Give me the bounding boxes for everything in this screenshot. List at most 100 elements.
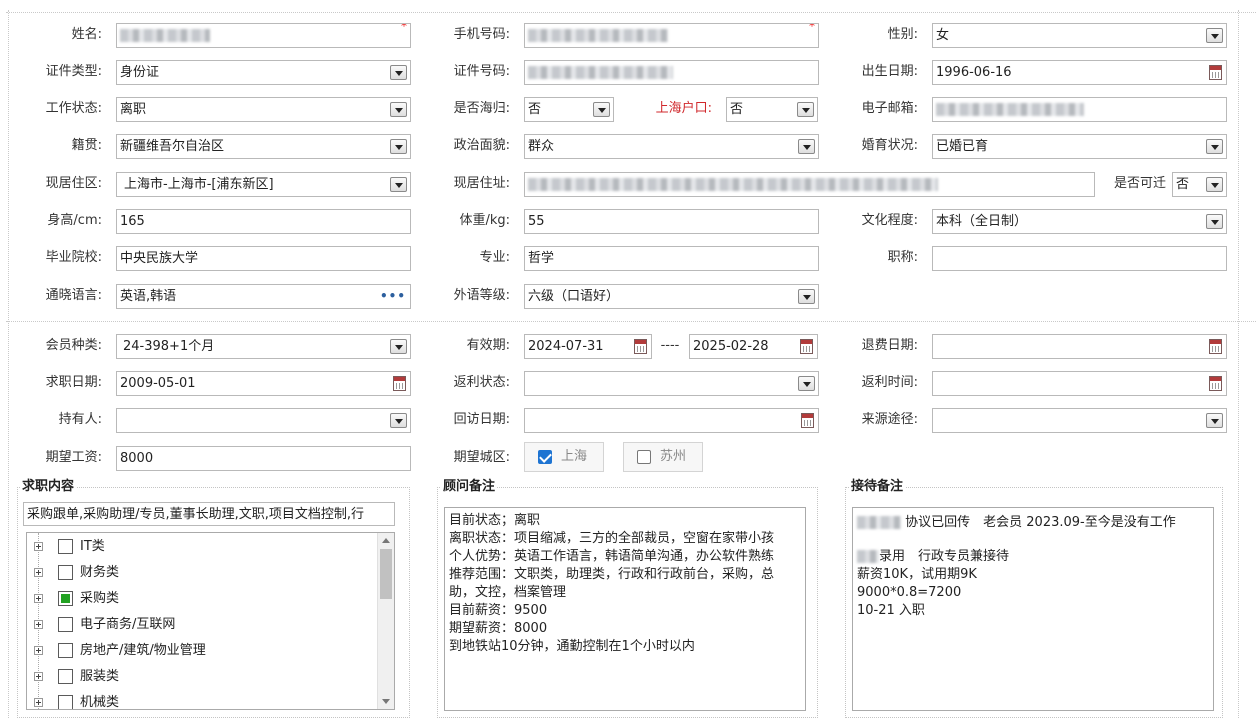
tree-item-apparel[interactable]: 服装类 [27, 664, 377, 690]
expand-icon[interactable] [34, 542, 43, 551]
calendar-icon[interactable] [801, 413, 814, 428]
residence-area-select[interactable]: 上海市-上海市-[浦东新区] [116, 172, 411, 197]
chevron-down-icon[interactable] [390, 65, 407, 80]
expected-salary-input[interactable]: 8000 [116, 446, 411, 471]
relocate-select[interactable]: 否 [1172, 172, 1227, 197]
job-content-summary[interactable]: 采购跟单,采购助理/专员,董事长助理,文职,项目文档控制,行 [23, 502, 395, 526]
tree-item-label: 财务类 [80, 565, 120, 580]
weight-input[interactable]: 55 [524, 209, 819, 234]
chevron-down-icon[interactable] [593, 102, 610, 117]
native-place-select[interactable]: 新疆维吾尔自治区 [116, 134, 411, 159]
city-option-shanghai[interactable]: 上海 [524, 442, 604, 472]
expand-icon[interactable] [34, 698, 43, 707]
marital-select[interactable]: 已婚已育 [932, 134, 1227, 159]
tree-item-finance[interactable]: 财务类 [27, 560, 377, 586]
checkbox-checked-icon[interactable] [538, 450, 552, 464]
source-select[interactable] [932, 408, 1227, 433]
major-input[interactable]: 哲学 [524, 246, 819, 271]
chevron-down-icon[interactable] [1206, 214, 1223, 229]
chevron-down-icon[interactable] [1206, 177, 1223, 192]
id-type-select[interactable]: 身份证 [116, 60, 411, 85]
checkbox-icon[interactable] [58, 643, 73, 658]
work-status-select[interactable]: 离职 [116, 97, 411, 122]
checkbox-icon[interactable] [637, 450, 651, 464]
checkbox-icon[interactable] [58, 565, 73, 580]
chevron-down-icon[interactable] [798, 289, 815, 304]
calendar-icon[interactable] [1209, 65, 1222, 80]
chevron-down-icon[interactable] [797, 102, 814, 117]
calendar-icon[interactable] [1209, 376, 1222, 391]
rebate-time-input[interactable] [932, 371, 1227, 396]
expand-icon[interactable] [34, 646, 43, 655]
title-input[interactable] [932, 246, 1227, 271]
consultant-notes-textarea[interactable]: 目前状态；离职 离职状态：项目缩减，三方的全部裁员，空窗在家带小孩 个人优势：英… [444, 507, 806, 711]
holder-label: 持有人: [58, 412, 102, 427]
hukou-select[interactable]: 否 [726, 97, 818, 122]
tree-item-label: 采购类 [80, 591, 120, 606]
chevron-down-icon[interactable] [798, 376, 815, 391]
chevron-down-icon[interactable] [1206, 139, 1223, 154]
tree-item-purchasing[interactable]: 采购类 [27, 586, 377, 612]
city-option-suzhou[interactable]: 苏州 [623, 442, 703, 472]
checkbox-icon[interactable] [58, 669, 73, 684]
chevron-down-icon[interactable] [1206, 413, 1223, 428]
chevron-down-icon[interactable] [390, 339, 407, 354]
member-type-select[interactable]: 24-398+1个月 [116, 334, 411, 359]
tree-item-it[interactable]: IT类 [27, 534, 377, 560]
scroll-thumb[interactable] [380, 549, 392, 599]
name-input[interactable]: * [116, 23, 411, 48]
expand-icon[interactable] [34, 594, 43, 603]
reception-notes-title: 接待备注 [849, 479, 906, 495]
expand-icon[interactable] [34, 568, 43, 577]
reception-notes-textarea[interactable]: 协议已回传 老会员 2023.09-至今是没有工作 录用 行政专员兼接待 薪资1… [852, 507, 1214, 711]
languages-input[interactable]: 英语,韩语 ••• [116, 284, 411, 309]
chevron-down-icon[interactable] [798, 139, 815, 154]
tree-scrollbar[interactable] [377, 533, 394, 709]
checkbox-partial-icon[interactable] [58, 591, 73, 606]
validity-to-input[interactable]: 2025-02-28 [689, 334, 818, 359]
height-input[interactable]: 165 [116, 209, 411, 234]
expand-icon[interactable] [34, 672, 43, 681]
note-line: 离职状态：项目缩减，三方的全部裁员，空窗在家带小孩 [449, 531, 775, 546]
calendar-icon[interactable] [1209, 339, 1222, 354]
refund-date-input[interactable] [932, 334, 1227, 359]
chevron-down-icon[interactable] [1206, 28, 1223, 43]
chevron-down-icon[interactable] [390, 177, 407, 192]
school-input[interactable]: 中央民族大学 [116, 246, 411, 271]
calendar-icon[interactable] [634, 339, 647, 354]
tree-item-real-estate[interactable]: 房地产/建筑/物业管理 [27, 638, 377, 664]
residence-address-input[interactable] [524, 172, 1095, 197]
job-category-tree[interactable]: IT类 财务类 采购类 电子商务/互联网 房地产/建筑/物业管理 服装类 机械类 [26, 532, 395, 710]
calendar-icon[interactable] [393, 376, 406, 391]
id-number-input[interactable] [524, 60, 819, 85]
chevron-down-icon[interactable] [390, 139, 407, 154]
top-divider [6, 12, 1256, 13]
job-seek-date-input[interactable]: 2009-05-01 [116, 371, 411, 396]
holder-select[interactable] [116, 408, 411, 433]
education-select[interactable]: 本科（全日制） [932, 209, 1227, 234]
returnee-select[interactable]: 否 [524, 97, 614, 122]
phone-input[interactable]: * [524, 23, 819, 48]
expand-icon[interactable] [34, 620, 43, 629]
rebate-status-select[interactable] [524, 371, 819, 396]
foreign-level-select[interactable]: 六级（口语好） [524, 284, 819, 309]
tree-item-ecommerce[interactable]: 电子商务/互联网 [27, 612, 377, 638]
checkbox-icon[interactable] [58, 695, 73, 709]
more-options-icon[interactable]: ••• [380, 285, 406, 308]
chevron-down-icon[interactable] [390, 413, 407, 428]
scroll-down-icon[interactable] [382, 699, 390, 704]
gender-select[interactable]: 女 [932, 23, 1227, 48]
checkbox-icon[interactable] [58, 539, 73, 554]
tree-item-machinery[interactable]: 机械类 [27, 690, 377, 709]
birth-date-input[interactable]: 1996-06-16 [932, 60, 1227, 85]
checkbox-icon[interactable] [58, 617, 73, 632]
calendar-icon[interactable] [800, 339, 813, 354]
chevron-down-icon[interactable] [390, 102, 407, 117]
note-line: 个人优势：英语工作语言，韩语简单沟通，办公软件熟练 [449, 549, 775, 564]
validity-from-input[interactable]: 2024-07-31 [524, 334, 652, 359]
political-select[interactable]: 群众 [524, 134, 819, 159]
scroll-up-icon[interactable] [382, 538, 390, 543]
member-type-value: 24-398+1个月 [123, 339, 215, 354]
email-input[interactable] [932, 97, 1227, 122]
revisit-date-input[interactable] [524, 408, 819, 433]
